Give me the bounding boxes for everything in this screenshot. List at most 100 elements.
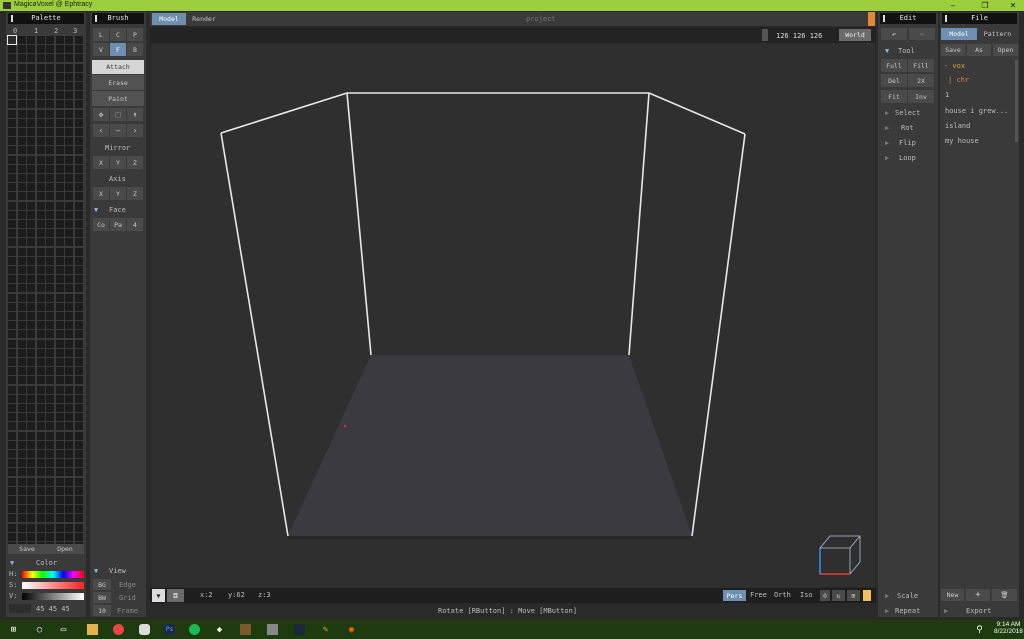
palette-cell[interactable]: [17, 82, 26, 90]
palette-cell[interactable]: [55, 367, 64, 376]
palette-cell[interactable]: [65, 293, 73, 302]
palette-cell[interactable]: [8, 45, 16, 54]
palette-cell[interactable]: [55, 514, 64, 523]
palette-cell[interactable]: [74, 496, 83, 504]
palette-cell[interactable]: [17, 468, 26, 477]
palette-cell[interactable]: [46, 100, 54, 109]
palette-cell[interactable]: [17, 394, 26, 403]
palette-cell[interactable]: [74, 91, 83, 100]
palette-cell[interactable]: [65, 247, 73, 256]
palette-cell[interactable]: [74, 339, 83, 348]
palette-cell[interactable]: [46, 247, 54, 256]
palette-cell[interactable]: [55, 496, 64, 504]
palette-cell[interactable]: [74, 440, 83, 449]
palette-cell[interactable]: [36, 36, 45, 44]
palette-cell[interactable]: [46, 367, 54, 376]
palette-cell[interactable]: [36, 339, 45, 348]
palette-cell[interactable]: [65, 422, 73, 431]
palette-cell[interactable]: [65, 54, 73, 63]
palette-cell[interactable]: [74, 422, 83, 431]
palette-cell[interactable]: [65, 174, 73, 182]
palette-cell[interactable]: [74, 220, 83, 228]
palette-cell[interactable]: [8, 128, 16, 136]
palette-cell[interactable]: [55, 174, 64, 182]
palette-tab-0[interactable]: 0: [13, 27, 17, 35]
palette-cell[interactable]: [55, 247, 64, 256]
brush-box-button[interactable]: B: [127, 43, 143, 56]
mirror-x-button[interactable]: X: [93, 156, 109, 169]
palette-cell[interactable]: [27, 36, 35, 44]
saturation-slider[interactable]: [22, 582, 84, 589]
palette-cell[interactable]: [17, 367, 26, 376]
view-frame-size-button[interactable]: 10: [93, 605, 111, 616]
color-rgb-value[interactable]: 45 45 45: [36, 605, 70, 613]
palette-cell[interactable]: [74, 109, 83, 118]
palette-cell[interactable]: [8, 321, 16, 330]
palette-cell[interactable]: [17, 302, 26, 311]
palette-cell[interactable]: [8, 229, 16, 238]
minus-icon[interactable]: –: [110, 124, 126, 137]
file-add-button[interactable]: +: [966, 589, 990, 601]
palette-cell[interactable]: [27, 321, 35, 330]
palette-cell[interactable]: [8, 339, 16, 348]
palette-cell[interactable]: [17, 256, 26, 265]
palette-cell[interactable]: [46, 321, 54, 330]
palette-cell[interactable]: [36, 54, 45, 63]
palette-cell[interactable]: [8, 91, 16, 100]
pencil-app-icon[interactable]: ✎: [320, 624, 331, 635]
palette-cell[interactable]: [17, 201, 26, 210]
palette-cell[interactable]: [74, 174, 83, 182]
palette-cell[interactable]: [74, 54, 83, 63]
app-icon-unity[interactable]: ◆: [214, 624, 225, 635]
palette-cell[interactable]: [17, 220, 26, 228]
palette-cell[interactable]: [36, 367, 45, 376]
task-view-icon[interactable]: ▭: [58, 624, 69, 635]
palette-cell[interactable]: [74, 155, 83, 164]
palette-cell[interactable]: [65, 514, 73, 523]
palette-cell[interactable]: [36, 247, 45, 256]
palette-cell[interactable]: [17, 477, 26, 486]
palette-cell[interactable]: [55, 321, 64, 330]
hue-slider[interactable]: [22, 571, 84, 578]
palette-cell[interactable]: [36, 413, 45, 422]
edit-rot[interactable]: Rot: [901, 124, 914, 132]
flip-expand-icon[interactable]: ▶: [885, 139, 889, 147]
palette-cell[interactable]: [46, 210, 54, 219]
tool-del-button[interactable]: Del: [881, 74, 907, 87]
palette-tab-1[interactable]: 1: [34, 27, 38, 35]
view-grid-label[interactable]: Grid: [119, 594, 136, 602]
palette-cell[interactable]: [8, 431, 16, 440]
palette-cell[interactable]: [36, 128, 45, 136]
palette-cell[interactable]: [36, 321, 45, 330]
palette-cell[interactable]: [27, 229, 35, 238]
tab-model[interactable]: Model: [152, 13, 186, 25]
palette-cell[interactable]: [36, 376, 45, 385]
palette-cell[interactable]: [27, 477, 35, 486]
palette-cell[interactable]: [74, 118, 83, 127]
select-box-icon[interactable]: ⬚: [110, 108, 126, 121]
brush-center-button[interactable]: C: [110, 28, 126, 41]
palette-cell[interactable]: [17, 450, 26, 458]
palette-cell[interactable]: [17, 523, 26, 532]
palette-cell[interactable]: [8, 201, 16, 210]
palette-cell[interactable]: [46, 284, 54, 293]
palette-open-button[interactable]: Open: [46, 544, 84, 554]
palette-cell[interactable]: [55, 54, 64, 63]
palette-cell[interactable]: [27, 293, 35, 302]
palette-cell[interactable]: [65, 348, 73, 357]
palette-cell[interactable]: [46, 514, 54, 523]
palette-cell[interactable]: [74, 284, 83, 293]
palette-cell[interactable]: [8, 358, 16, 366]
palette-cell[interactable]: [74, 192, 83, 201]
tool-fill-button[interactable]: Fill: [908, 59, 934, 72]
palette-cell[interactable]: [46, 339, 54, 348]
palette-cell[interactable]: [8, 523, 16, 532]
palette-cell[interactable]: [27, 376, 35, 385]
palette-cell[interactable]: [46, 155, 54, 164]
palette-cell[interactable]: [17, 155, 26, 164]
palette-cell[interactable]: [55, 229, 64, 238]
palette-cell[interactable]: [8, 109, 16, 118]
palette-cell[interactable]: [36, 284, 45, 293]
palette-cell[interactable]: [74, 348, 83, 357]
file-tab-model[interactable]: Model: [941, 28, 977, 40]
